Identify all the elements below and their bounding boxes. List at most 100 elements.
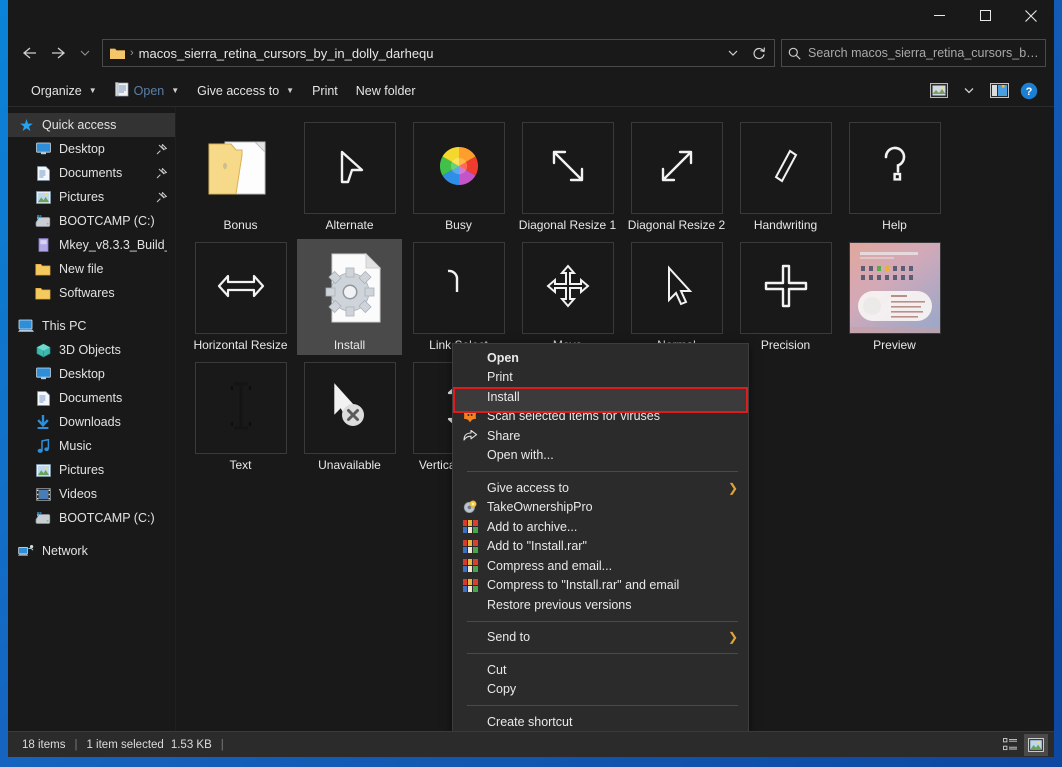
back-button[interactable] [14,38,44,68]
new-folder-button[interactable]: New folder [347,78,425,104]
sidebar-item-videos[interactable]: Videos [8,482,175,506]
sidebar-item-label: Desktop [59,367,105,381]
give-access-to-button[interactable]: Give access to ▼ [188,78,303,104]
diagonal-resize-1-icon [545,143,591,194]
context-menu-item-open[interactable]: Open [453,348,748,368]
refresh-button[interactable] [746,40,772,66]
breadcrumb-path: macos_sierra_retina_cursors_by_in_dolly_… [138,45,434,61]
context-menu-item-create-shortcut[interactable]: Create shortcut [453,712,748,731]
context-menu[interactable]: Open Print Install Scan selected items f… [452,343,749,731]
file-item-handwriting[interactable]: Handwriting [731,117,840,237]
help-icon[interactable]: ? [1014,78,1044,104]
context-menu-item-install[interactable]: Install [453,387,748,407]
context-menu-item-share[interactable]: Share [453,426,748,446]
file-item-install[interactable]: Install [295,237,404,357]
search-input[interactable]: Search macos_sierra_retina_cursors_by_in… [808,46,1039,60]
drive-icon [35,213,51,229]
sidebar-item-quick-access[interactable]: Quick access [8,113,175,137]
file-item-alternate[interactable]: Alternate [295,117,404,237]
large-icons-view-icon[interactable] [1024,733,1048,756]
address-bar[interactable]: › macos_sierra_retina_cursors_by_in_doll… [102,39,775,67]
address-dropdown-button[interactable] [720,40,746,66]
file-item-precision[interactable]: Precision [731,237,840,357]
chevron-right-icon: ❯ [727,630,738,645]
pin-icon[interactable] [156,191,167,203]
context-menu-item-copy[interactable]: Copy [453,680,748,700]
no-icon [461,662,479,678]
move-icon [545,263,591,314]
sidebar-item-bootcamp-c-pc[interactable]: BOOTCAMP (C:) [8,506,175,530]
sidebar-item-pictures-pc[interactable]: Pictures [8,458,175,482]
file-item-move[interactable]: Move [513,237,622,357]
pin-icon[interactable] [156,143,167,155]
search-box[interactable]: Search macos_sierra_retina_cursors_by_in… [781,39,1046,67]
print-label: Print [312,83,338,98]
winrar-icon [461,558,479,574]
context-menu-item-scan-for-viruses[interactable]: Scan selected items for viruses [453,407,748,427]
file-item-link-select[interactable]: Link Select [404,237,513,357]
sidebar-item-bootcamp-c[interactable]: BOOTCAMP (C:) [8,209,175,233]
file-item-diagonal-resize-1[interactable]: Diagonal Resize 1 [513,117,622,237]
pin-icon[interactable] [156,167,167,179]
minimize-button[interactable] [916,0,962,31]
file-item-text[interactable]: Text [186,357,295,477]
file-label: Precision [760,338,811,352]
open-button[interactable]: Open ▼ [106,78,189,104]
search-icon [788,47,801,60]
sidebar-item-label: BOOTCAMP (C:) [59,511,155,525]
file-item-horizontal-resize[interactable]: Horizontal Resize [186,237,295,357]
sidebar-item-mkey[interactable]: Mkey_v8.3.3_Build_0 [8,233,175,257]
organize-button[interactable]: Organize ▼ [22,78,106,104]
context-menu-item-compress-to-install-rar-and-email[interactable]: Compress to "Install.rar" and email [453,576,748,596]
sidebar-item-downloads[interactable]: Downloads [8,410,175,434]
file-item-unavailable[interactable]: Unavailable [295,357,404,477]
context-menu-item-compress-and-email[interactable]: Compress and email... [453,556,748,576]
file-item-busy[interactable]: Busy [404,117,513,237]
sidebar-item-new-file[interactable]: New file [8,257,175,281]
sidebar-item-network[interactable]: Network [8,539,175,563]
open-label: Open [133,83,165,98]
sidebar-item-documents[interactable]: Documents [8,161,175,185]
file-label: Busy [445,218,472,232]
context-menu-item-add-to-install-rar[interactable]: Add to "Install.rar" [453,537,748,557]
sidebar-item-music[interactable]: Music [8,434,175,458]
sidebar-item-desktop[interactable]: Desktop [8,137,175,161]
sidebar-item-desktop-pc[interactable]: Desktop [8,362,175,386]
context-menu-item-open-with[interactable]: Open with... [453,446,748,466]
sidebar-item-documents-pc[interactable]: Documents [8,386,175,410]
file-list-view[interactable]: Bonus Alternate Busy Diagonal Resize 1 D… [176,107,1054,731]
file-item-bonus[interactable]: Bonus [186,117,295,237]
chevron-down-icon[interactable] [954,78,984,104]
context-menu-item-print[interactable]: Print [453,368,748,388]
context-menu-item-add-to-archive[interactable]: Add to archive... [453,517,748,537]
file-label: Bonus [223,218,258,232]
forward-button[interactable] [44,38,74,68]
window-body: Quick access Desktop Documents Pictures … [8,107,1054,731]
file-item-normal[interactable]: Normal [622,237,731,357]
diagonal-resize-2-icon [654,143,700,194]
file-item-preview[interactable]: Preview [840,237,949,357]
no-icon [461,480,479,496]
notepad-icon [114,81,129,100]
sidebar-item-label: Pictures [59,463,105,477]
context-menu-item-give-access-to[interactable]: Give access to ❯ [453,478,748,498]
file-item-help[interactable]: Help [840,117,949,237]
sidebar-item-3d-objects[interactable]: 3D Objects [8,338,175,362]
sidebar-item-this-pc[interactable]: This PC [8,314,175,338]
print-button[interactable]: Print [303,78,347,104]
layout-pane-icon[interactable] [984,78,1014,104]
close-button[interactable] [1008,0,1054,31]
context-menu-item-send-to[interactable]: Send to ❯ [453,628,748,648]
navigation-pane[interactable]: Quick access Desktop Documents Pictures … [8,107,176,731]
sidebar-item-softwares[interactable]: Softwares [8,281,175,305]
file-item-diagonal-resize-2[interactable]: Diagonal Resize 2 [622,117,731,237]
maximize-button[interactable] [962,0,1008,31]
context-menu-item-cut[interactable]: Cut [453,660,748,680]
context-menu-item-restore-previous-versions[interactable]: Restore previous versions [453,595,748,615]
details-view-icon[interactable] [998,734,1022,756]
context-menu-item-takeownershippro[interactable]: TakeOwnershipPro [453,498,748,518]
sidebar-item-pictures[interactable]: Pictures [8,185,175,209]
status-separator: | [220,738,224,751]
preview-pane-icon[interactable] [924,78,954,104]
recent-locations-button[interactable] [74,38,96,68]
